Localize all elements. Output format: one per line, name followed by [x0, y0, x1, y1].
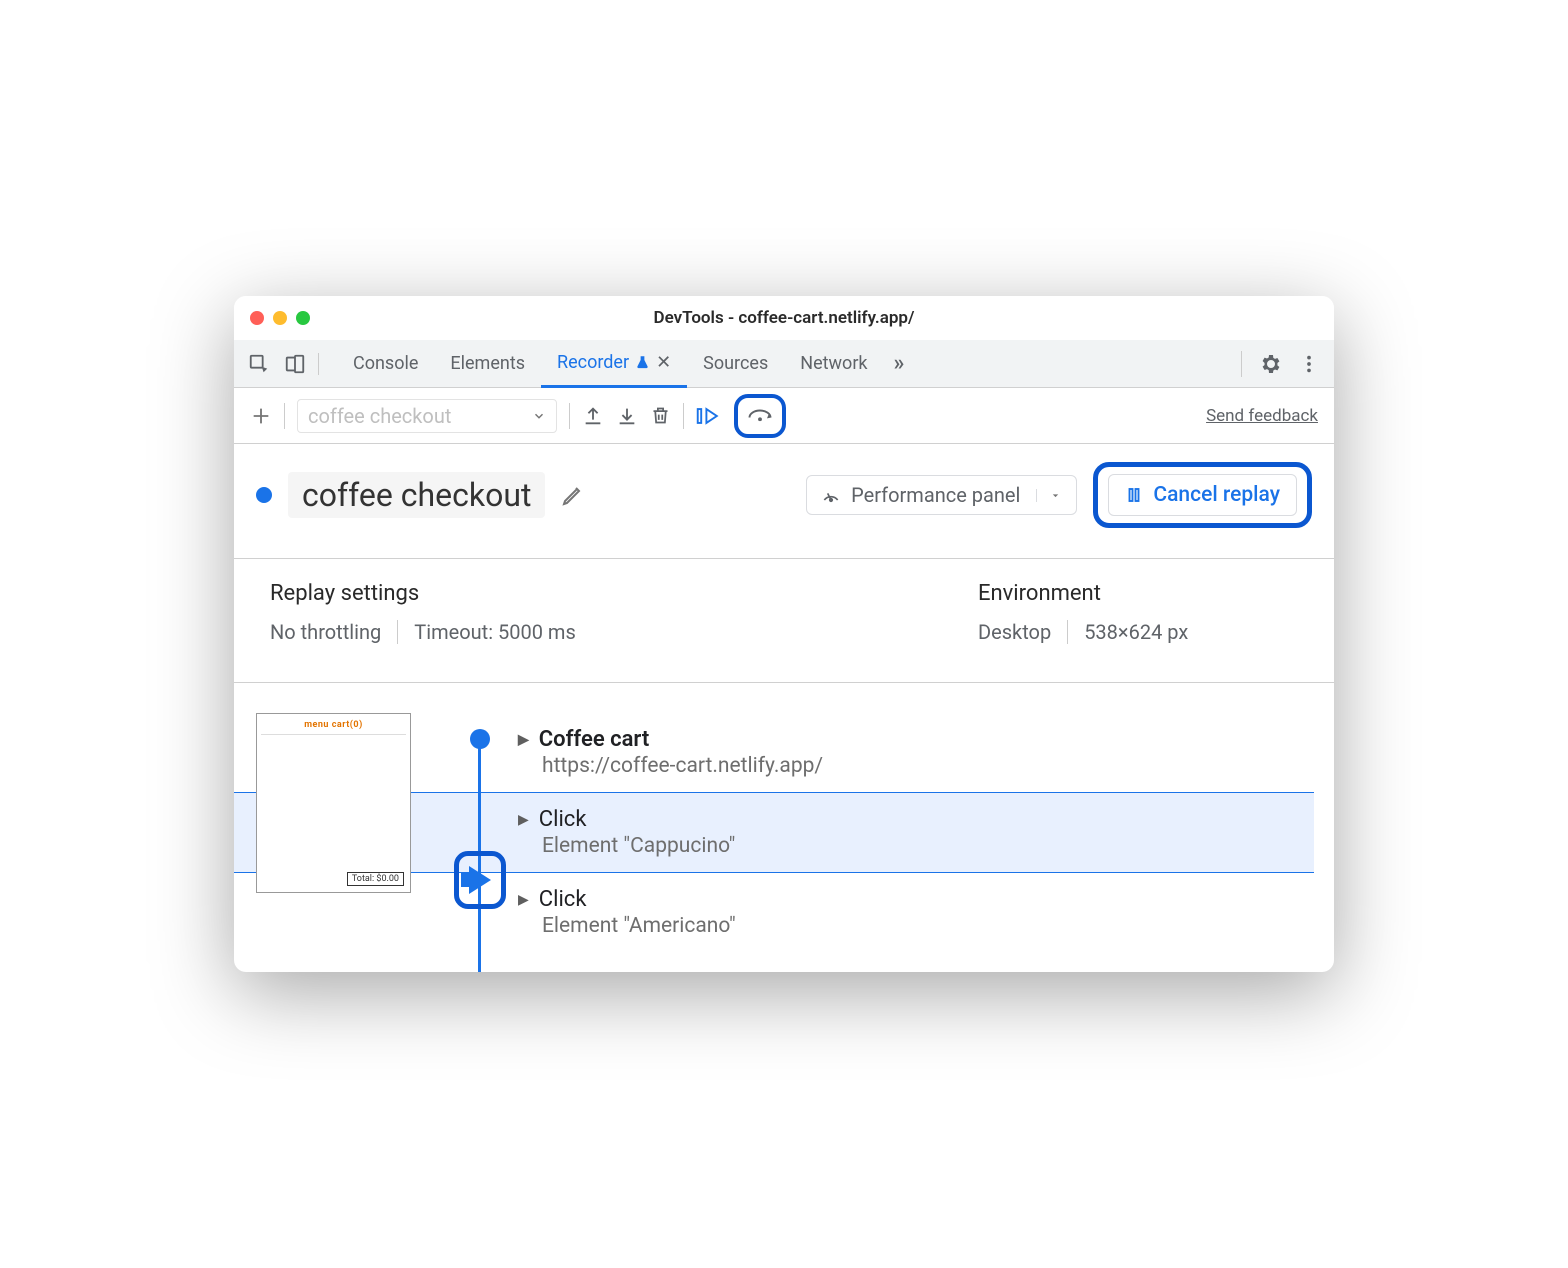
kebab-menu-icon[interactable]: [1298, 353, 1320, 375]
thumb-header: menu cart(0): [261, 720, 406, 730]
cancel-replay-label: Cancel replay: [1153, 483, 1280, 507]
step-marker-start: [470, 729, 490, 749]
recording-header: coffee checkout Performance panel Cancel…: [234, 444, 1334, 559]
tab-recorder-label: Recorder: [557, 352, 629, 373]
step-over-annotation: [734, 394, 786, 438]
performance-panel-button[interactable]: Performance panel: [806, 475, 1077, 515]
current-step-arrow-icon: [469, 866, 491, 894]
step-title: Coffee cart: [539, 727, 650, 752]
chevron-down-icon: [532, 409, 546, 423]
window-title: DevTools - coffee-cart.netlify.app/: [234, 308, 1334, 328]
step-subtitle: https://coffee-cart.netlify.app/: [542, 754, 1296, 778]
step-marker-current-annotation: [470, 851, 522, 909]
tab-elements[interactable]: Elements: [434, 340, 541, 388]
step-subtitle: Element "Americano": [542, 914, 1296, 938]
titlebar: DevTools - coffee-cart.netlify.app/: [234, 296, 1334, 340]
devtools-window: DevTools - coffee-cart.netlify.app/ Cons…: [234, 296, 1334, 972]
gauge-icon: [821, 485, 841, 505]
tab-recorder[interactable]: Recorder ✕: [541, 340, 687, 388]
environment-col: Environment Desktop 538×624 px: [978, 581, 1298, 644]
replay-settings-title: Replay settings: [270, 581, 978, 606]
chevron-down-icon: [1036, 489, 1062, 502]
thumb-footer: Total: $0.00: [347, 872, 404, 886]
recording-status-indicator: [256, 487, 272, 503]
timeout-value: Timeout: 5000 ms: [397, 620, 576, 644]
separator: [1241, 351, 1242, 377]
cancel-replay-button[interactable]: Cancel replay: [1108, 474, 1297, 516]
step-row[interactable]: ▶ Coffee cart https://coffee-cart.netlif…: [512, 713, 1314, 792]
screenshot-thumbnail[interactable]: menu cart(0) Total: $0.00: [256, 713, 411, 893]
device-value: Desktop: [978, 620, 1051, 644]
separator: [569, 403, 570, 429]
cancel-replay-annotation: Cancel replay: [1093, 462, 1312, 528]
step-title: Click: [539, 807, 587, 832]
devtools-tabbar: Console Elements Recorder ✕ Sources Netw…: [234, 340, 1334, 388]
throttling-value: No throttling: [270, 620, 381, 644]
send-feedback-link[interactable]: Send feedback: [1206, 406, 1318, 426]
close-window-button[interactable]: [250, 311, 264, 325]
pause-icon: [1125, 486, 1143, 504]
flask-icon: [635, 355, 650, 370]
step-subtitle: Element "Cappucino": [542, 834, 1296, 858]
close-tab-icon[interactable]: ✕: [656, 352, 671, 373]
expand-icon[interactable]: ▶: [518, 812, 529, 828]
export-icon[interactable]: [582, 405, 604, 427]
recording-name: coffee checkout: [288, 472, 545, 518]
recording-selector[interactable]: coffee checkout: [297, 399, 557, 433]
minimize-window-button[interactable]: [273, 311, 287, 325]
maximize-window-button[interactable]: [296, 311, 310, 325]
traffic-lights: [250, 311, 310, 325]
recorder-toolbar: coffee checkout Send feedback: [234, 388, 1334, 444]
performance-panel-label: Performance panel: [851, 483, 1020, 507]
edit-name-icon[interactable]: [561, 483, 585, 507]
step-row[interactable]: ▶ Click Element "Americano": [512, 873, 1314, 952]
steps-list: menu cart(0) Total: $0.00 ▶: [234, 683, 1334, 952]
new-recording-icon[interactable]: [250, 405, 272, 427]
import-icon[interactable]: [616, 405, 638, 427]
expand-icon[interactable]: ▶: [518, 732, 529, 748]
inspect-icon[interactable]: [248, 353, 270, 375]
tab-sources[interactable]: Sources: [687, 340, 784, 388]
settings-row: Replay settings No throttling Timeout: 5…: [234, 559, 1334, 683]
step-title: Click: [539, 887, 587, 912]
tab-network[interactable]: Network: [784, 340, 883, 388]
tab-console[interactable]: Console: [337, 340, 434, 388]
dimensions-value: 538×624 px: [1067, 620, 1188, 644]
device-toolbar-icon[interactable]: [284, 353, 306, 375]
separator: [683, 403, 684, 429]
delete-icon[interactable]: [650, 405, 671, 426]
separator: [284, 403, 285, 429]
recording-selector-label: coffee checkout: [308, 404, 451, 428]
timeline: [434, 713, 512, 952]
step-over-icon[interactable]: [746, 402, 774, 426]
replay-settings-col: Replay settings No throttling Timeout: 5…: [270, 581, 978, 644]
more-tabs-icon[interactable]: »: [884, 351, 915, 376]
gear-icon[interactable]: [1258, 352, 1282, 376]
step-replay-icon[interactable]: [696, 405, 722, 427]
environment-title: Environment: [978, 581, 1298, 606]
